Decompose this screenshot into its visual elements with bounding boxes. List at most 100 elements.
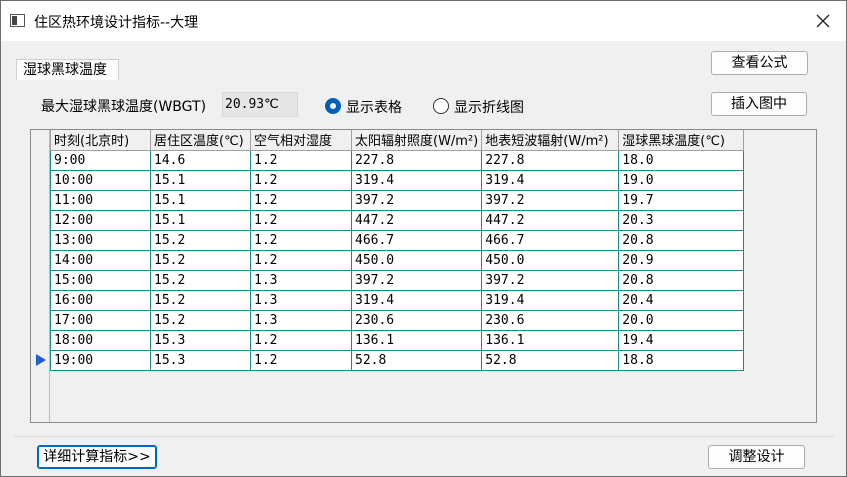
table-cell[interactable]: 9:00 <box>50 149 151 171</box>
close-button[interactable] <box>800 1 846 41</box>
table-row[interactable]: 12:00 15.1 1.2 447.2 447.2 20.3 <box>50 209 745 231</box>
table-cell[interactable]: 19:00 <box>50 349 151 371</box>
table-cell[interactable]: 319.4 <box>350 169 483 191</box>
table-cell[interactable]: 15.2 <box>150 229 251 251</box>
table-cell[interactable]: 319.4 <box>481 289 620 311</box>
table-cell[interactable]: 16:00 <box>50 289 151 311</box>
table-cell[interactable]: 1.2 <box>250 349 352 371</box>
table-row[interactable]: 19:00 15.3 1.2 52.8 52.8 18.8 <box>50 349 745 371</box>
table-row[interactable]: 18:00 15.3 1.2 136.1 136.1 19.4 <box>50 329 745 351</box>
table-cell[interactable]: 19.7 <box>618 189 745 211</box>
table-cell[interactable]: 20.3 <box>618 209 745 231</box>
table-row[interactable]: 15:00 15.2 1.3 397.2 397.2 20.8 <box>50 269 745 291</box>
adjust-design-button[interactable]: 调整设计 <box>708 445 805 469</box>
data-grid[interactable]: 时刻(北京时) 居住区温度(℃) 空气相对湿度 太阳辐射照度(W/m²) 地表短波辐射(… <box>30 129 817 423</box>
row-header[interactable] <box>31 310 50 330</box>
table-cell[interactable]: 11:00 <box>50 189 151 211</box>
table-cell[interactable]: 319.4 <box>350 289 483 311</box>
row-header[interactable] <box>31 170 50 190</box>
table-cell[interactable]: 13:00 <box>50 229 151 251</box>
table-cell[interactable]: 1.2 <box>250 189 352 211</box>
table-cell[interactable]: 1.2 <box>250 249 352 271</box>
tab-wbgt[interactable]: 湿球黑球温度 <box>16 59 119 80</box>
column-header[interactable]: 太阳辐射照度(W/m²) <box>350 130 483 151</box>
row-header[interactable] <box>31 250 50 270</box>
table-cell[interactable]: 450.0 <box>481 249 620 271</box>
table-cell[interactable]: 136.1 <box>350 329 483 351</box>
table-cell[interactable]: 20.9 <box>618 249 745 271</box>
table-cell[interactable]: 136.1 <box>481 329 620 351</box>
column-header[interactable]: 湿球黑球温度(℃) <box>618 130 745 151</box>
table-cell[interactable]: 15.2 <box>150 269 251 291</box>
table-cell[interactable]: 230.6 <box>350 309 483 331</box>
column-header[interactable]: 地表短波辐射(W/m²) <box>481 130 620 151</box>
table-cell[interactable]: 1.2 <box>250 229 352 251</box>
table-cell[interactable]: 466.7 <box>350 229 483 251</box>
table-cell[interactable]: 18:00 <box>50 329 151 351</box>
table-cell[interactable]: 12:00 <box>50 209 151 231</box>
table-row[interactable]: 13:00 15.2 1.2 466.7 466.7 20.8 <box>50 229 745 251</box>
table-cell[interactable]: 20.8 <box>618 229 745 251</box>
table-cell[interactable]: 227.8 <box>350 149 483 171</box>
table-cell[interactable]: 1.2 <box>250 149 352 171</box>
table-cell[interactable]: 20.8 <box>618 269 745 291</box>
column-header[interactable]: 居住区温度(℃) <box>150 130 251 151</box>
table-cell[interactable]: 15.2 <box>150 249 251 271</box>
table-cell[interactable]: 15.3 <box>150 349 251 371</box>
show-table-label[interactable]: 显示表格 <box>346 97 402 117</box>
table-cell[interactable]: 1.2 <box>250 209 352 231</box>
table-cell[interactable]: 227.8 <box>481 149 620 171</box>
table-cell[interactable]: 1.2 <box>250 169 352 191</box>
row-header[interactable] <box>31 290 50 310</box>
column-header[interactable]: 时刻(北京时) <box>50 130 151 151</box>
table-cell[interactable]: 15.1 <box>150 209 251 231</box>
table-cell[interactable]: 1.3 <box>250 269 352 291</box>
row-header[interactable] <box>31 190 50 210</box>
table-cell[interactable]: 15.1 <box>150 189 251 211</box>
table-cell[interactable]: 20.0 <box>618 309 745 331</box>
table-cell[interactable]: 15.2 <box>150 309 251 331</box>
table-cell[interactable]: 52.8 <box>481 349 620 371</box>
row-header[interactable] <box>31 210 50 230</box>
table-cell[interactable]: 397.2 <box>481 269 620 291</box>
table-cell[interactable]: 17:00 <box>50 309 151 331</box>
table-cell[interactable]: 319.4 <box>481 169 620 191</box>
table-cell[interactable]: 10:00 <box>50 169 151 191</box>
show-table-radio[interactable] <box>325 98 341 114</box>
table-cell[interactable]: 18.0 <box>618 149 745 171</box>
table-row[interactable]: 17:00 15.2 1.3 230.6 230.6 20.0 <box>50 309 745 331</box>
table-cell[interactable]: 19.4 <box>618 329 745 351</box>
table-cell[interactable]: 15.2 <box>150 289 251 311</box>
table-row[interactable]: 14:00 15.2 1.2 450.0 450.0 20.9 <box>50 249 745 271</box>
view-formula-button[interactable]: 查看公式 <box>711 51 808 75</box>
table-cell[interactable]: 450.0 <box>350 249 483 271</box>
detailed-metrics-button[interactable]: 详细计算指标>> <box>37 445 157 469</box>
table-cell[interactable]: 1.3 <box>250 289 352 311</box>
insert-figure-button[interactable]: 插入图中 <box>711 92 807 116</box>
table-cell[interactable]: 20.4 <box>618 289 745 311</box>
table-cell[interactable]: 15.1 <box>150 169 251 191</box>
table-cell[interactable]: 397.2 <box>350 189 483 211</box>
table-cell[interactable]: 52.8 <box>350 349 483 371</box>
show-line-chart-radio[interactable] <box>433 98 449 114</box>
column-header[interactable]: 空气相对湿度 <box>250 130 352 151</box>
table-cell[interactable]: 466.7 <box>481 229 620 251</box>
table-cell[interactable]: 19.0 <box>618 169 745 191</box>
table-cell[interactable]: 18.8 <box>618 349 745 371</box>
table-cell[interactable]: 15:00 <box>50 269 151 291</box>
show-line-chart-label[interactable]: 显示折线图 <box>454 97 524 117</box>
row-header[interactable] <box>31 350 50 370</box>
table-row[interactable]: 16:00 15.2 1.3 319.4 319.4 20.4 <box>50 289 745 311</box>
table-row[interactable]: 11:00 15.1 1.2 397.2 397.2 19.7 <box>50 189 745 211</box>
table-cell[interactable]: 1.2 <box>250 329 352 351</box>
table-cell[interactable]: 230.6 <box>481 309 620 331</box>
row-header[interactable] <box>31 330 50 350</box>
table-cell[interactable]: 14.6 <box>150 149 251 171</box>
row-header[interactable] <box>31 270 50 290</box>
table-cell[interactable]: 397.2 <box>350 269 483 291</box>
table-cell[interactable]: 14:00 <box>50 249 151 271</box>
table-cell[interactable]: 1.3 <box>250 309 352 331</box>
row-header[interactable] <box>31 150 50 170</box>
table-cell[interactable]: 447.2 <box>481 209 620 231</box>
table-row[interactable]: 9:00 14.6 1.2 227.8 227.8 18.0 <box>50 149 745 171</box>
